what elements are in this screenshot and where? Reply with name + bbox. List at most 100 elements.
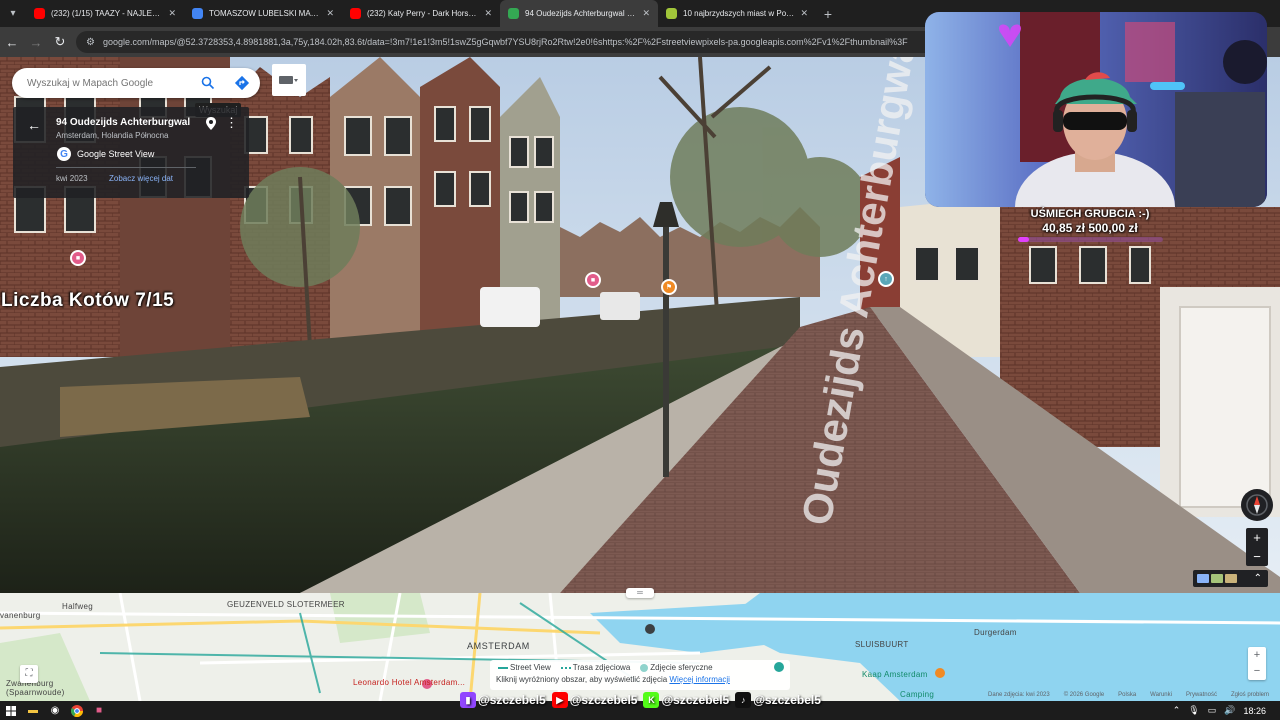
footer-link: © 2026 Google xyxy=(1063,692,1105,698)
google-icon xyxy=(192,8,203,19)
volume-icon[interactable]: 🔊 xyxy=(1224,705,1235,716)
forward-arrow-icon[interactable]: → xyxy=(24,35,48,50)
see-more-dates-link[interactable]: Zobacz więcej dat xyxy=(109,174,173,183)
social-handle-text: @szczebel5 xyxy=(569,693,638,707)
legend-photo-route: Trasa zdjęciowa xyxy=(560,663,630,672)
map-label: Kaap Amsterdam xyxy=(862,670,928,679)
footer-link[interactable]: Polska xyxy=(1118,692,1136,698)
pano-zoom-control: + − xyxy=(1246,528,1268,566)
legend-hint: Kliknij wyróżniony obszar, aby wyświetli… xyxy=(496,675,668,684)
tab-title: 94 Oudezijds Achterburgwal – N xyxy=(525,9,637,18)
chrome-icon[interactable] xyxy=(66,701,88,720)
street-view-layer-toggle[interactable] xyxy=(774,662,784,672)
microphone-icon[interactable]: 🎙 xyxy=(1188,705,1199,716)
screen: ▾ (232) (1/15) TAAZY - NAJLEPSZ ✕ TOMASZOW… xyxy=(0,0,1280,720)
windows-start-icon[interactable] xyxy=(0,701,22,720)
social-handles-overlay: ▮ @szczebel5 ▶ @szczebel5 K @szczebel5 ♪ @szcze… xyxy=(460,692,821,708)
search-input[interactable] xyxy=(27,77,197,89)
browser-tab[interactable]: (232) Katy Perry - Dark Horse ft ✕ xyxy=(342,0,500,27)
tab-search-icon[interactable]: ▾ xyxy=(0,0,26,27)
kick-icon: K xyxy=(643,692,660,708)
place-address: 94 Oudezijds Achterburgwal xyxy=(56,117,191,128)
more-info-link[interactable]: Więcej informacji xyxy=(669,675,729,684)
obs-icon[interactable]: ◉ xyxy=(44,701,66,720)
capture-date: kwi 2023 xyxy=(56,174,88,183)
social-handle-text: @szczebel5 xyxy=(753,693,821,707)
place-pin-marker[interactable]: ⚑ xyxy=(661,279,677,295)
divider xyxy=(56,167,196,168)
app-icon[interactable]: ■ xyxy=(88,701,110,720)
place-pin-marker[interactable]: ↑ xyxy=(878,271,894,287)
browser-tab[interactable]: (232) (1/15) TAAZY - NAJLEPSZ ✕ xyxy=(26,0,184,27)
file-explorer-icon[interactable]: ▬ xyxy=(22,701,44,720)
close-icon[interactable]: ✕ xyxy=(642,8,650,19)
thumbnail[interactable] xyxy=(1197,574,1209,583)
minimap-resize-handle[interactable]: ═ xyxy=(626,588,654,598)
tab-title: 10 najbrzydszych miast w Polsc xyxy=(683,9,795,18)
place-info-card: ← 94 Oudezijds Achterburgwal Amsterdam, … xyxy=(13,107,249,198)
photo-pin-marker[interactable]: ■ xyxy=(70,250,86,266)
browser-tab[interactable]: 94 Oudezijds Achterburgwal – N ✕ xyxy=(500,0,658,27)
thumbnail[interactable] xyxy=(1225,574,1237,583)
map-label: Leonardo Hotel Amsterdam... xyxy=(353,678,466,687)
donation-goal-widget: UŚMIECH GRUBCIA :-) 40,85 zł 500,00 zł xyxy=(1010,208,1170,242)
url-text: google.com/maps/@52.3728353,4.8981881,3a… xyxy=(102,37,908,47)
chevron-up-icon[interactable]: ⌃ xyxy=(1254,573,1262,584)
network-icon[interactable]: ▭ xyxy=(1208,705,1217,716)
back-arrow-icon[interactable]: ← xyxy=(27,117,41,133)
directions-icon[interactable] xyxy=(234,75,250,91)
webcam-overlay xyxy=(925,12,1267,207)
tab-title: (232) (1/15) TAAZY - NAJLEPSZ xyxy=(51,9,163,18)
minimap-zoom-control: + − xyxy=(1248,647,1266,680)
close-icon[interactable]: ✕ xyxy=(168,8,176,19)
chevron-up-icon[interactable]: ⌃ xyxy=(1173,705,1181,716)
youtube-icon: ▶ xyxy=(551,692,568,708)
map-label: Camping xyxy=(900,690,935,699)
legend-street-view: Street View xyxy=(498,663,551,672)
maps-icon xyxy=(508,8,519,19)
zoom-in-button[interactable]: + xyxy=(1246,528,1268,547)
clock[interactable]: 18:26 xyxy=(1243,706,1266,716)
photo-pin-marker[interactable]: ■ xyxy=(585,272,601,288)
donation-goal-title: UŚMIECH GRUBCIA :-) xyxy=(1030,208,1150,220)
reload-icon[interactable]: ↻ xyxy=(48,34,72,50)
map-footer: Dane zdjęcia: kwi 2023 © 2026 Google Polsk… xyxy=(988,692,1269,698)
webcam-feed xyxy=(925,12,1267,207)
footer-link[interactable]: Prywatność xyxy=(1186,692,1217,698)
youtube-icon xyxy=(350,8,361,19)
browser-tab[interactable]: 10 najbrzydszych miast w Polsc ✕ xyxy=(658,0,816,27)
footer-link[interactable]: Warunki xyxy=(1150,692,1172,698)
social-handle-text: @szczebel5 xyxy=(478,693,546,707)
back-arrow-icon[interactable]: ← xyxy=(0,35,24,50)
location-pin-icon[interactable] xyxy=(206,117,216,135)
new-tab-button[interactable]: + xyxy=(816,6,840,22)
more-options-icon[interactable]: ⋮ xyxy=(225,115,238,131)
close-icon[interactable]: ✕ xyxy=(484,8,492,19)
map-label: Halfweg xyxy=(62,602,94,611)
search-icon[interactable] xyxy=(200,75,216,91)
social-handle: ♪ @szczebel5 xyxy=(735,692,821,708)
youtube-icon xyxy=(34,8,45,19)
browser-tab[interactable]: TOMASZOW LUBELSKI MAPY G ✕ xyxy=(184,0,342,27)
keyboard-icon[interactable] xyxy=(272,64,306,96)
close-icon[interactable]: ✕ xyxy=(800,8,808,19)
zoom-in-button[interactable]: + xyxy=(1248,647,1266,663)
doc-icon xyxy=(666,8,677,19)
map-label: Durgerdam xyxy=(974,628,1017,637)
donation-progress-fill xyxy=(1017,237,1030,242)
site-info-icon[interactable]: ⚙ xyxy=(86,37,95,48)
footer-link[interactable]: Zgłoś problem xyxy=(1231,692,1269,698)
photo-thumbnails-toggle[interactable]: ⌃ xyxy=(1193,570,1268,587)
place-region: Amsterdam, Holandia Północna xyxy=(56,131,169,140)
legend-sphere-photo: Zdjęcie sferyczne xyxy=(640,663,713,672)
expand-map-icon[interactable]: ⛶ xyxy=(20,665,38,683)
donation-goal-amounts: 40,85 zł 500,00 zł xyxy=(1042,221,1138,235)
zoom-out-button[interactable]: − xyxy=(1246,547,1268,566)
maps-search-box xyxy=(12,68,260,98)
close-icon[interactable]: ✕ xyxy=(326,8,334,19)
social-handle: K @szczebel5 xyxy=(643,692,729,708)
zoom-out-button[interactable]: − xyxy=(1248,663,1266,679)
compass-icon[interactable] xyxy=(1241,489,1273,521)
thumbnail[interactable] xyxy=(1211,574,1223,583)
street-view-legend: Street View Trasa zdjęciowa Zdjęcie sfer… xyxy=(490,660,790,690)
